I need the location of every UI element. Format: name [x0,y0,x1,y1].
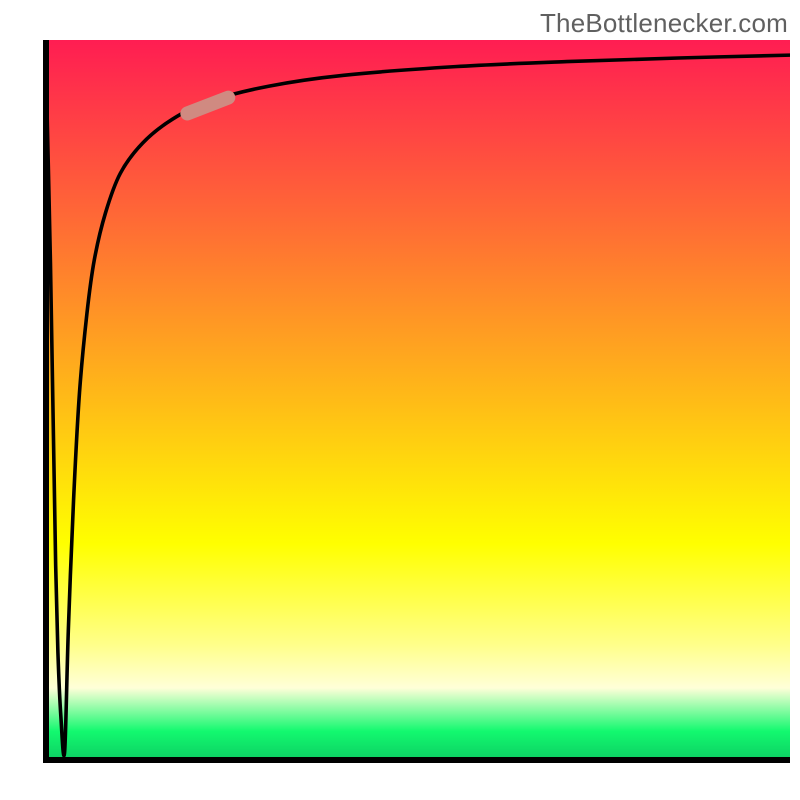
bottleneck-chart [0,0,800,800]
watermark-text: TheBottlenecker.com [540,8,788,39]
chart-container: TheBottlenecker.com [0,0,800,800]
plot-background [46,40,790,760]
